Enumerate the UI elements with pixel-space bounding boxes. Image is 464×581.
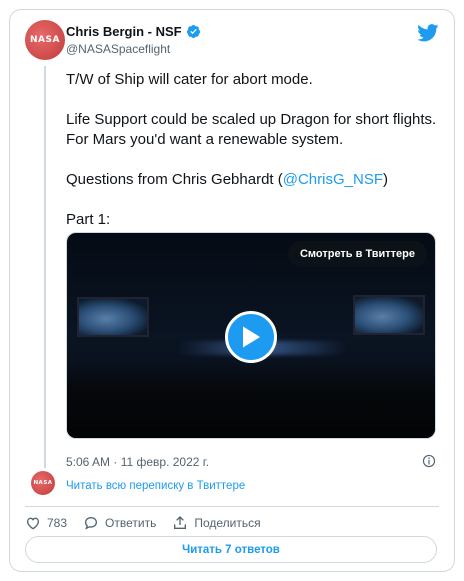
tweet-p3-suffix: ) (383, 171, 388, 188)
play-button[interactable] (225, 311, 277, 363)
read-replies-button[interactable]: Читать 7 ответов (25, 536, 437, 563)
thread-line (44, 66, 46, 468)
author-name[interactable]: Chris Bergin - NSF (66, 24, 201, 39)
tweet-text: T/W of Ship will cater for abort mode. L… (66, 70, 438, 250)
watch-on-twitter-button[interactable]: Смотреть в Твиттере (287, 241, 427, 267)
tweet-card: NASA Chris Bergin - NSF @NASASpaceflight… (9, 9, 455, 572)
info-icon[interactable] (422, 454, 436, 468)
tweet-paragraph-1: T/W of Ship will cater for abort mode. (66, 71, 313, 88)
author-name-text: Chris Bergin - NSF (66, 24, 182, 39)
play-icon (243, 326, 260, 348)
tweet-paragraph-3: Questions from Chris Gebhardt (@ChrisG_N… (66, 170, 438, 190)
action-bar: 783 Ответить Поделиться (25, 515, 277, 531)
video-player[interactable]: Смотреть в Твиттере (66, 232, 436, 439)
like-count: 783 (47, 516, 68, 530)
avatar-logo-text: NASA (33, 480, 53, 486)
share-label: Поделиться (194, 516, 261, 530)
tweet-paragraph-4: Part 1: (66, 211, 111, 228)
video-scene-screen-left (77, 297, 149, 337)
twitter-logo-icon[interactable] (417, 24, 439, 42)
timestamp[interactable]: 5:06 AM · 11 февр. 2022 г. (66, 455, 209, 469)
tweet-paragraph-2: Life Support could be scaled up Dragon f… (66, 111, 437, 148)
tweet-p3-prefix: Questions from Chris Gebhardt ( (66, 171, 283, 188)
video-scene-crowd (67, 363, 435, 438)
reply-bubble-icon (85, 516, 98, 530)
heart-icon (26, 517, 40, 530)
mention-link[interactable]: @ChrisG_NSF (283, 171, 383, 188)
reply-label: Ответить (105, 516, 157, 530)
like-button[interactable]: 783 (25, 515, 67, 531)
divider (25, 506, 439, 507)
share-button[interactable]: Поделиться (172, 515, 261, 531)
reply-button[interactable]: Ответить (83, 515, 156, 531)
thread-avatar: NASA (31, 471, 55, 495)
verified-badge-icon (186, 24, 200, 39)
video-scene-screen-right (353, 295, 425, 335)
timestamp-row: 5:06 AM · 11 февр. 2022 г. (66, 454, 440, 469)
author-handle[interactable]: @NASASpaceflight (66, 42, 170, 56)
avatar-logo-text: NASA (30, 35, 60, 45)
share-icon (174, 516, 187, 529)
read-thread-link[interactable]: Читать всю переписку в Твиттере (66, 480, 245, 492)
author-avatar[interactable]: NASA (25, 20, 65, 60)
